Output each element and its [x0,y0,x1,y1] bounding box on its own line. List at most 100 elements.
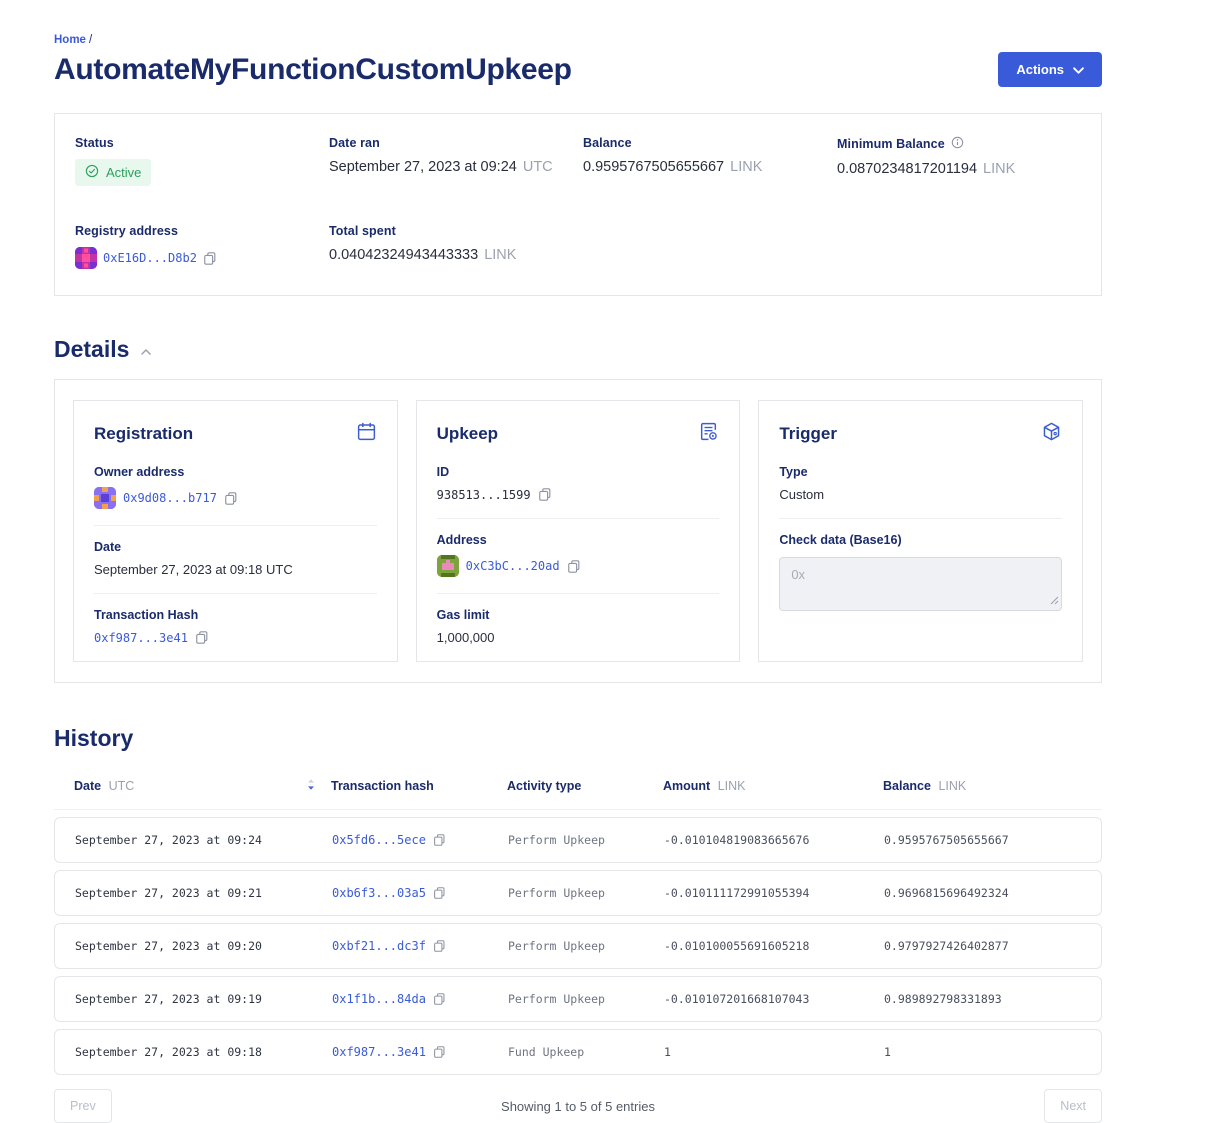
table-row: September 27, 2023 at 09:24 0x5fd6...5ec… [54,817,1102,863]
copy-icon[interactable] [433,1045,446,1059]
row-tx-link[interactable]: 0xbf21...dc3f [332,939,426,953]
pagination-summary: Showing 1 to 5 of 5 entries [54,1099,1102,1114]
row-balance: 0.989892798331893 [884,992,1101,1006]
transaction-hash-label: Transaction Hash [94,608,377,622]
copy-icon[interactable] [433,833,446,847]
date-ran-unit: UTC [523,159,553,175]
check-data-section: Check data (Base16) [779,518,1062,632]
history-heading-label: History [54,725,133,752]
min-balance-value: 0.0870234817201194 [837,161,977,177]
actions-button[interactable]: Actions [998,52,1102,87]
trigger-card-title: Trigger [779,424,837,444]
column-header-tx: Transaction hash [331,779,507,793]
details-heading: Details [54,336,1102,363]
copy-icon[interactable] [567,559,581,574]
min-balance-unit: LINK [983,161,1015,177]
row-activity: Perform Upkeep [508,992,664,1006]
row-tx-link[interactable]: 0x5fd6...5ece [332,833,426,847]
table-row: September 27, 2023 at 09:18 0xf987...3e4… [54,1029,1102,1075]
row-balance: 1 [884,1045,1101,1059]
breadcrumb: Home/ [54,34,1102,46]
row-tx-link[interactable]: 0x1f1b...84da [332,992,426,1006]
row-activity: Perform Upkeep [508,886,664,900]
date-ran-value: September 27, 2023 at 09:24 [329,159,517,175]
table-row: September 27, 2023 at 09:20 0xbf21...dc3… [54,923,1102,969]
balance-unit: LINK [730,159,762,175]
row-tx-link[interactable]: 0xf987...3e41 [332,1045,426,1059]
trigger-type-label: Type [779,465,1062,479]
copy-icon[interactable] [433,886,446,900]
total-spent-field: Total spent 0.04042324943443333 LINK [329,224,583,269]
date-column-unit: UTC [109,779,135,793]
row-date: September 27, 2023 at 09:24 [55,833,332,847]
trigger-type-value: Custom [779,487,824,502]
upkeep-address-link[interactable]: 0xC3bC...20ad [466,559,560,573]
registration-date-label: Date [94,540,377,554]
details-panel: Registration Owner address 0x9d08...b717 [54,379,1102,683]
total-spent-label: Total spent [329,224,583,238]
details-heading-label: Details [54,336,129,363]
status-badge-label: Active [106,165,141,180]
upkeep-address-label: Address [437,533,720,547]
row-balance: 0.9696815696492324 [884,886,1101,900]
history-heading: History [54,725,1102,752]
registry-address-field: Registry address 0xE16D...D8b2 [75,224,329,269]
upkeep-id-value: 938513...1599 [437,488,531,502]
row-date: September 27, 2023 at 09:20 [55,939,332,953]
row-balance: 0.9797927426402877 [884,939,1101,953]
total-spent-unit: LINK [484,247,516,263]
amount-column-unit: LINK [718,779,746,793]
owner-address-link[interactable]: 0x9d08...b717 [123,491,217,505]
next-button[interactable]: Next [1044,1089,1102,1123]
row-activity: Fund Upkeep [508,1045,664,1059]
registration-card-title: Registration [94,424,193,444]
sort-icon[interactable] [307,778,315,794]
row-amount: -0.010104819083665676 [664,833,884,847]
balance-column-label: Balance [883,779,931,793]
row-date: September 27, 2023 at 09:21 [55,886,332,900]
owner-address-section: Owner address 0x9d08...b717 [94,451,377,525]
amount-column-label: Amount [663,779,710,793]
title-bar: AutomateMyFunctionCustomUpkeep Actions [54,52,1102,87]
registry-address-link[interactable]: 0xE16D...D8b2 [103,251,197,265]
row-tx-link[interactable]: 0xb6f3...03a5 [332,886,426,900]
registration-date-section: Date September 27, 2023 at 09:18 UTC [94,525,377,593]
copy-icon[interactable] [433,939,446,953]
row-balance: 0.9595767505655667 [884,833,1101,847]
trigger-type-section: Type Custom [779,451,1062,518]
row-activity: Perform Upkeep [508,833,664,847]
breadcrumb-home-link[interactable]: Home [54,34,86,46]
balance-field: Balance 0.9595767505655667 LINK [583,136,837,186]
column-header-date[interactable]: Date UTC [54,778,331,794]
registration-date-value: September 27, 2023 at 09:18 UTC [94,562,293,577]
upkeep-id-section: ID 938513...1599 [437,451,720,518]
column-header-balance: Balance LINK [883,779,1102,793]
row-amount: -0.010107201668107043 [664,992,884,1006]
balance-column-unit: LINK [938,779,966,793]
copy-icon[interactable] [224,491,238,506]
info-icon[interactable] [951,136,964,152]
pagination: Prev Showing 1 to 5 of 5 entries Next [54,1089,1102,1123]
copy-icon[interactable] [203,251,217,266]
transaction-hash-link[interactable]: 0xf987...3e41 [94,631,188,645]
copy-icon[interactable] [195,630,209,645]
copy-icon[interactable] [433,992,446,1006]
transaction-hash-section: Transaction Hash 0xf987...3e41 [94,593,377,661]
upkeep-id-label: ID [437,465,720,479]
table-row: September 27, 2023 at 09:19 0x1f1b...84d… [54,976,1102,1022]
min-balance-field: Minimum Balance 0.0870234817201194 LINK [837,136,1101,186]
copy-icon[interactable] [538,487,552,502]
date-column-label: Date [74,779,101,793]
check-data-textarea[interactable] [779,557,1062,611]
min-balance-label: Minimum Balance [837,137,945,151]
date-ran-field: Date ran September 27, 2023 at 09:24 UTC [329,136,583,186]
cube-icon [1041,421,1062,447]
status-label: Status [75,136,329,150]
details-collapse-chevron-up-icon[interactable] [139,347,153,357]
date-ran-label: Date ran [329,136,583,150]
registry-identicon [75,247,97,269]
gas-limit-label: Gas limit [437,608,720,622]
column-header-activity: Activity type [507,779,663,793]
trigger-card: Trigger Type Custom Check data (Base16) [758,400,1083,662]
balance-label: Balance [583,136,837,150]
